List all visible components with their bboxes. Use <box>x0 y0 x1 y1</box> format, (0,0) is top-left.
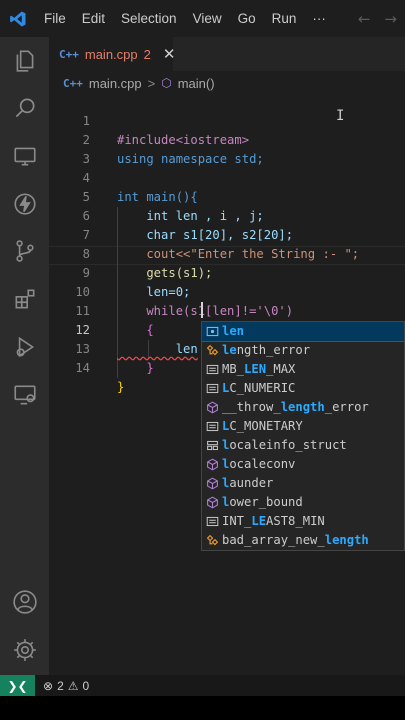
code-line-1: 1 #include<iostream> <box>49 93 405 147</box>
suggestion-item[interactable]: LC_MONETARY <box>202 417 404 436</box>
code-line-2: 2 using namespace std; <box>49 112 405 166</box>
menu-file[interactable]: File <box>36 0 74 37</box>
suggestion-label: bad_array_new_length <box>222 533 369 547</box>
breadcrumb-symbol[interactable]: main() <box>178 76 215 91</box>
explorer-icon[interactable] <box>0 41 49 81</box>
code-line-12: 12 len <box>49 302 405 356</box>
constant-icon <box>202 379 222 398</box>
code-line-8: 8 gets(s1); <box>49 226 405 280</box>
field-icon <box>202 322 222 341</box>
method-icon <box>202 455 222 474</box>
code-line-9: 9 len=0; <box>49 245 405 299</box>
suggestion-label: launder <box>222 476 274 490</box>
text-cursor <box>201 302 203 318</box>
code-line-7: 7 cout<<"Enter the String :- "; <box>49 207 405 261</box>
suggestion-label: lower_bound <box>222 495 303 509</box>
cpp-file-icon: C++ <box>63 76 83 90</box>
status-bar: ❯❮ ⊗ 2 ⚠ 0 <box>0 675 405 696</box>
code-line-6: 6 char s1[20], s2[20]; <box>49 188 405 242</box>
suggestion-item[interactable]: len <box>202 322 404 342</box>
remote-window-icon[interactable] <box>0 375 49 415</box>
menu-view[interactable]: View <box>185 0 230 37</box>
breadcrumb-separator: > <box>147 75 156 91</box>
suggestion-label: LC_NUMERIC <box>222 381 296 395</box>
menu-run[interactable]: Run <box>264 0 305 37</box>
suggestion-label: localeinfo_struct <box>222 438 347 452</box>
class-icon <box>202 531 222 550</box>
suggestion-item[interactable]: localeinfo_struct <box>202 436 404 455</box>
warning-count: 0 <box>82 678 90 693</box>
debug-icon[interactable] <box>0 327 49 367</box>
suggestion-item[interactable]: LC_NUMERIC <box>202 379 404 398</box>
method-icon <box>202 474 222 493</box>
suggestion-item[interactable]: launder <box>202 474 404 493</box>
suggest-widget[interactable]: len length_error MB_LEN_MAX LC_NUMERIC __thr… <box>201 321 405 551</box>
function-icon: ⬡ <box>161 76 172 90</box>
breadcrumb: C++ main.cpp > ⬡ main() <box>63 71 215 95</box>
close-icon[interactable]: ✕ <box>163 45 176 63</box>
class-icon <box>202 341 222 360</box>
breadcrumb-file[interactable]: main.cpp <box>89 76 142 91</box>
activity-bar <box>0 37 49 675</box>
arrow-right-icon[interactable]: → <box>384 10 397 28</box>
problems-indicator[interactable]: ⊗ 2 ⚠ 0 <box>43 679 89 693</box>
bottom-bezel <box>0 696 405 720</box>
code-line-5: 5 int len , i , j; <box>49 169 405 223</box>
mouse-ibeam-icon: I <box>336 108 345 124</box>
tab-bar: C++ main.cpp 2 ✕ <box>49 37 405 71</box>
suggestion-item[interactable]: length_error <box>202 341 404 360</box>
menu-selection[interactable]: Selection <box>113 0 185 37</box>
tab-problem-badge: 2 <box>143 46 151 62</box>
line-text: } <box>117 361 154 375</box>
tab-label: main.cpp <box>84 46 138 62</box>
method-icon <box>202 398 222 417</box>
menu-edit[interactable]: Edit <box>74 0 113 37</box>
warning-icon: ⚠ <box>67 678 79 693</box>
menu-more[interactable]: ··· <box>304 0 334 37</box>
line-number: 14 <box>75 361 90 375</box>
account-icon[interactable] <box>0 582 49 622</box>
suggestion-label: MB_LEN_MAX <box>222 362 296 376</box>
nav-arrows: ← → <box>358 0 405 37</box>
manage-gear-icon[interactable] <box>0 630 49 670</box>
remote-indicator-icon[interactable]: ❯❮ <box>0 675 35 696</box>
code-line-11: 11 { <box>49 283 405 337</box>
constant-icon <box>202 512 222 531</box>
search-icon[interactable] <box>0 88 49 128</box>
constant-icon <box>202 360 222 379</box>
cpp-file-icon: C++ <box>59 47 79 61</box>
suggestion-label: LC_MONETARY <box>222 419 303 433</box>
menu-go[interactable]: Go <box>230 0 264 37</box>
constant-icon <box>202 417 222 436</box>
error-count: 2 <box>57 678 64 693</box>
tab-main-cpp[interactable]: C++ main.cpp 2 ✕ <box>49 37 176 71</box>
error-icon: ⊗ <box>43 678 54 693</box>
code-line-10: 10 while(s1[len]!='\0') <box>49 264 405 318</box>
suggestion-label: length_error <box>222 343 311 357</box>
suggestion-item[interactable]: bad_array_new_length <box>202 531 404 550</box>
remote-explorer-icon[interactable] <box>0 136 49 176</box>
suggestion-item[interactable]: __throw_length_error <box>202 398 404 417</box>
struct-icon <box>202 436 222 455</box>
code-line-3: 3 <box>49 131 405 166</box>
arrow-left-icon[interactable]: ← <box>358 10 371 28</box>
code-line-4: 4 int main(){ <box>49 150 405 204</box>
source-control-icon[interactable] <box>0 231 49 271</box>
method-icon <box>202 493 222 512</box>
suggestion-label: INT_LEAST8_MIN <box>222 514 325 528</box>
suggestion-item[interactable]: lower_bound <box>202 493 404 512</box>
run-icon[interactable] <box>0 184 49 224</box>
extensions-icon[interactable] <box>0 279 49 319</box>
suggestion-item[interactable]: localeconv <box>202 455 404 474</box>
title-bar: File Edit Selection View Go Run ··· ← → <box>0 0 405 37</box>
suggestion-item[interactable]: MB_LEN_MAX <box>202 360 404 379</box>
suggestion-label: localeconv <box>222 457 296 471</box>
suggestion-item[interactable]: INT_LEAST8_MIN <box>202 512 404 531</box>
suggestion-label: __throw_length_error <box>222 400 369 414</box>
line-text: } <box>117 380 125 394</box>
suggestion-label: len <box>222 324 245 338</box>
vscode-logo-icon <box>0 0 36 37</box>
